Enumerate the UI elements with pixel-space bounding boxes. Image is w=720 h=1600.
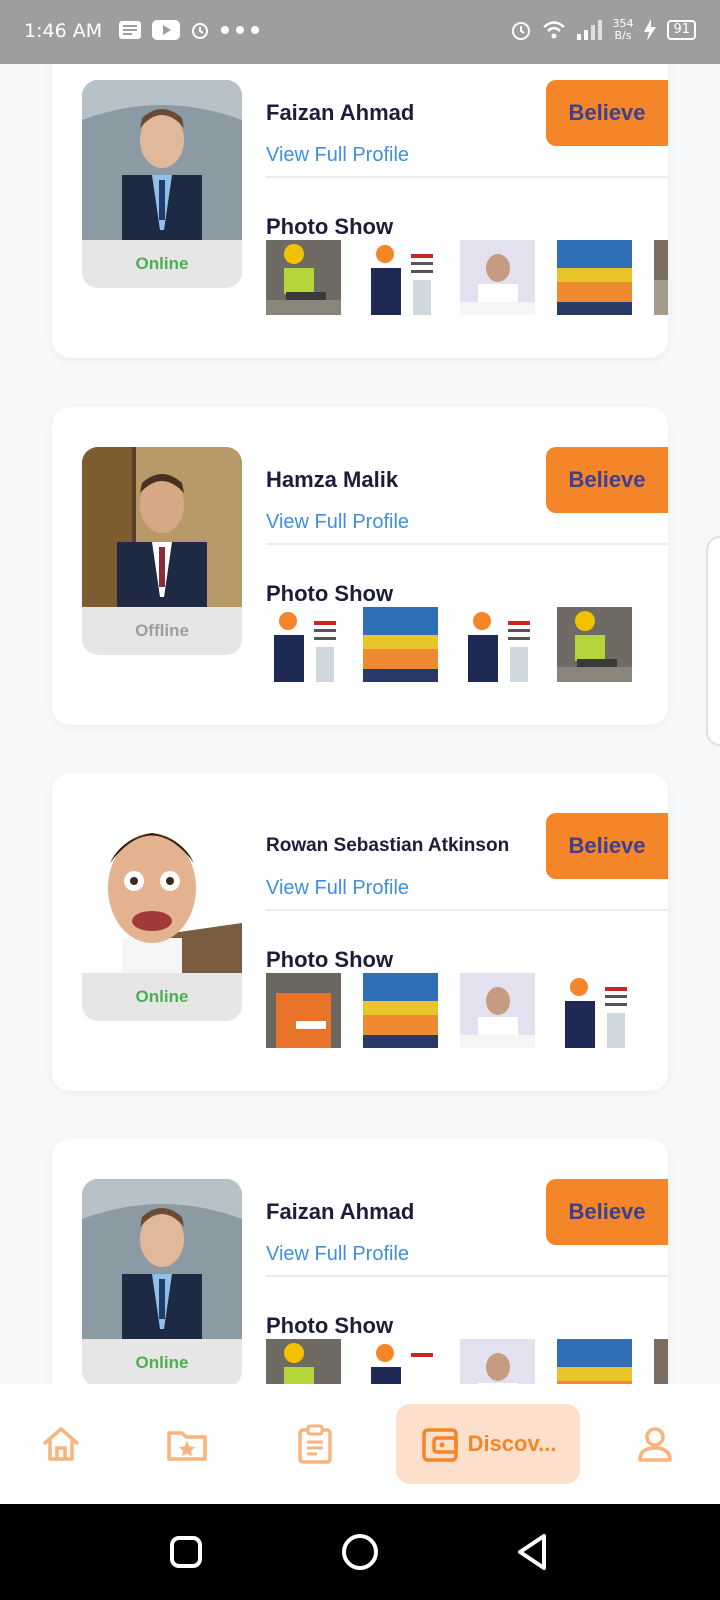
avatar[interactable]: Offline	[82, 447, 242, 655]
photo-thumbnail[interactable]	[654, 1339, 668, 1384]
net-speed: 354 B/s	[612, 17, 634, 42]
believe-button[interactable]: Believe	[546, 80, 668, 146]
believe-button[interactable]: Believe	[546, 447, 668, 513]
status-time: 1:46 AM	[24, 20, 103, 42]
photo-thumbnails	[266, 973, 668, 1048]
photo-show-heading: Photo Show	[266, 947, 394, 972]
person-icon	[638, 1427, 672, 1462]
profile-name: Hamza Malik	[266, 467, 399, 492]
recent-apps-icon[interactable]	[162, 1528, 210, 1576]
battery-indicator: 91	[667, 20, 696, 40]
profile-card: Online Faizan Ahmad View Full Profile Be…	[52, 1139, 668, 1384]
photo-thumbnail[interactable]	[460, 607, 535, 682]
photo-thumbnail[interactable]	[460, 1339, 535, 1384]
photo-thumbnail[interactable]	[266, 240, 341, 315]
photo-show-heading: Photo Show	[266, 581, 394, 606]
photo-thumbnail[interactable]	[363, 607, 438, 682]
alarm-icon	[192, 23, 208, 39]
photo-thumbnail[interactable]	[266, 973, 341, 1048]
status-bar: 1:46 AM 354 B/s 91	[0, 0, 720, 64]
photo-thumbnail[interactable]	[460, 973, 535, 1048]
divider	[266, 176, 668, 178]
bottom-navigation: Discov...	[0, 1384, 720, 1504]
home-button-icon[interactable]	[336, 1528, 384, 1576]
profile-name: Faizan Ahmad	[266, 1199, 415, 1224]
folder-star-icon	[167, 1431, 207, 1461]
edge-panel-handle[interactable]	[706, 536, 720, 746]
avatar-image	[82, 447, 242, 607]
photo-thumbnail[interactable]	[557, 1339, 632, 1384]
photo-thumbnails	[266, 607, 668, 682]
avatar[interactable]: Online	[82, 80, 242, 288]
status-badge: Online	[135, 1353, 189, 1372]
photo-thumbnail[interactable]	[557, 973, 632, 1048]
status-badge: Online	[135, 254, 189, 273]
profile-card: Online Rowan Sebastian Atkinson View Ful…	[52, 773, 668, 1091]
photo-thumbnail[interactable]	[460, 240, 535, 315]
photo-thumbnails	[266, 240, 668, 315]
avatar-image	[82, 813, 242, 973]
status-badge: Offline	[135, 621, 189, 640]
profiles-feed[interactable]: Online Faizan Ahmad View Full Profile Be…	[0, 64, 720, 1384]
photo-thumbnail[interactable]	[363, 1339, 438, 1384]
home-icon	[43, 1427, 79, 1461]
photo-thumbnail[interactable]	[557, 607, 632, 682]
avatar-image	[82, 1179, 242, 1339]
nav-profile[interactable]	[614, 1384, 696, 1504]
view-full-profile-link[interactable]: View Full Profile	[266, 511, 409, 534]
signal-icon	[577, 20, 603, 40]
profile-card: Online Faizan Ahmad View Full Profile Be…	[52, 64, 668, 358]
view-full-profile-link[interactable]: View Full Profile	[266, 1243, 409, 1266]
believe-button[interactable]: Believe	[546, 813, 668, 879]
notes-icon	[119, 21, 141, 39]
alarm-icon	[512, 22, 531, 40]
clipboard-icon	[298, 1424, 332, 1464]
profile-name: Rowan Sebastian Atkinson	[266, 835, 510, 856]
profile-card: Offline Hamza Malik View Full Profile Be…	[52, 407, 668, 725]
photo-thumbnail[interactable]	[557, 240, 632, 315]
photo-thumbnails	[266, 1339, 668, 1384]
nav-tasks[interactable]	[274, 1384, 356, 1504]
view-full-profile-link[interactable]: View Full Profile	[266, 144, 409, 167]
profile-name: Faizan Ahmad	[266, 100, 415, 125]
more-dots-icon	[221, 26, 259, 34]
photo-thumbnail[interactable]	[363, 973, 438, 1048]
divider	[266, 1275, 668, 1277]
divider	[266, 909, 668, 911]
photo-show-heading: Photo Show	[266, 1313, 394, 1338]
avatar[interactable]: Online	[82, 813, 242, 1021]
youtube-icon	[152, 20, 180, 40]
back-icon[interactable]	[510, 1528, 558, 1576]
wifi-icon	[543, 21, 566, 39]
nav-discover[interactable]: Discov...	[396, 1404, 580, 1484]
nav-favorites[interactable]	[146, 1384, 228, 1504]
nav-discover-label: Discov...	[467, 1431, 557, 1456]
photo-show-heading: Photo Show	[266, 214, 394, 239]
status-badge: Online	[135, 987, 189, 1006]
nav-home[interactable]	[20, 1384, 102, 1504]
photo-thumbnail[interactable]	[266, 1339, 341, 1384]
view-full-profile-link[interactable]: View Full Profile	[266, 877, 409, 900]
photo-thumbnail[interactable]	[654, 240, 668, 315]
wallet-icon	[421, 1428, 458, 1462]
photo-thumbnail[interactable]	[266, 607, 341, 682]
photo-thumbnail[interactable]	[363, 240, 438, 315]
believe-button[interactable]: Believe	[546, 1179, 668, 1245]
system-navigation-bar	[0, 1504, 720, 1600]
charging-icon	[644, 19, 657, 41]
divider	[266, 543, 668, 545]
avatar[interactable]: Online	[82, 1179, 242, 1384]
avatar-image	[82, 80, 242, 240]
